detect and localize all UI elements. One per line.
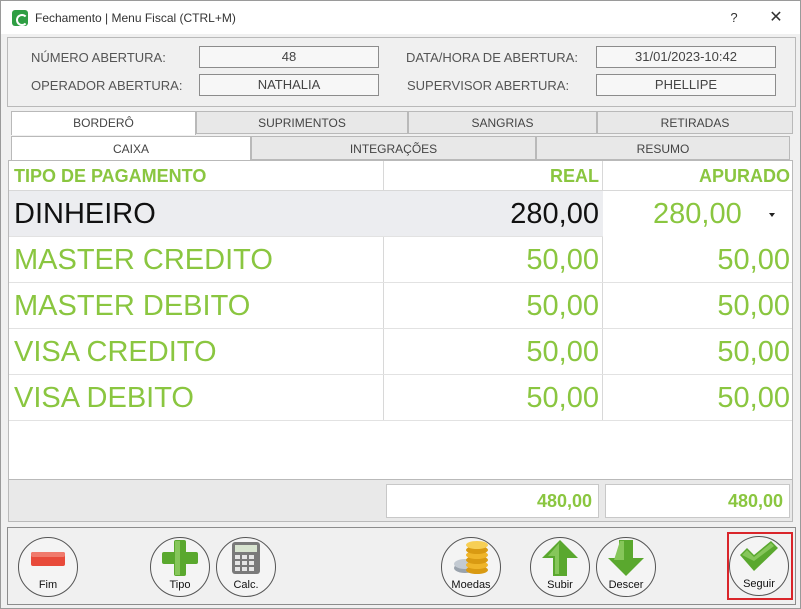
supervisor-abertura-field: PHELLIPE	[596, 74, 776, 96]
app-logo-icon	[12, 10, 28, 26]
grid-header: TIPO DE PAGAMENTO REAL APURADO	[9, 161, 792, 191]
arrow-down-icon	[608, 540, 644, 576]
tab-suprimentos[interactable]: SUPRIMENTOS	[196, 111, 408, 134]
fim-button[interactable]: Fim	[18, 537, 78, 597]
column-header-real[interactable]: REAL	[389, 161, 599, 191]
title-bar: Fechamento | Menu Fiscal (CTRL+M) ? ✕	[1, 1, 800, 34]
real-cell: 50,00	[526, 244, 599, 276]
close-button[interactable]: ✕	[765, 8, 787, 28]
tipo-button[interactable]: Tipo	[150, 537, 210, 597]
column-header-apurado[interactable]: APURADO	[609, 161, 790, 191]
tipo-cell: MASTER DEBITO	[14, 290, 251, 322]
payment-grid: TIPO DE PAGAMENTO REAL APURADO DINHEIRO …	[8, 160, 793, 480]
totals-footer: 480,00 480,00	[8, 480, 793, 522]
table-row[interactable]: MASTER CREDITO 50,00 50,00	[9, 237, 792, 283]
operador-abertura-field: NATHALIA	[199, 74, 379, 96]
help-button[interactable]: ?	[723, 8, 745, 28]
moedas-button[interactable]: Moedas	[441, 537, 501, 597]
window-title: Fechamento | Menu Fiscal (CTRL+M)	[35, 11, 236, 25]
calculator-icon	[232, 542, 260, 574]
subir-label: Subir	[547, 579, 573, 591]
table-row[interactable]: MASTER DEBITO 50,00 50,00	[9, 283, 792, 329]
fim-label: Fim	[38, 579, 58, 591]
total-real: 480,00	[386, 484, 599, 518]
tab-sangrias[interactable]: SANGRIAS	[408, 111, 597, 134]
numero-abertura-label: NÚMERO ABERTURA:	[31, 50, 166, 65]
column-header-tipo[interactable]: TIPO DE PAGAMENTO	[14, 161, 206, 191]
total-apurado: 480,00	[605, 484, 790, 518]
coins-icon	[454, 541, 488, 574]
data-hora-abertura-field: 31/01/2023-10:42	[596, 46, 776, 68]
apurado-cell: 50,00	[717, 382, 790, 414]
apurado-value: 280,00	[653, 198, 742, 230]
tipo-cell: VISA DEBITO	[14, 382, 194, 414]
tipo-label: Tipo	[169, 579, 191, 591]
table-row[interactable]: VISA CREDITO 50,00 50,00	[9, 329, 792, 375]
subir-button[interactable]: Subir	[530, 537, 590, 597]
real-cell: 50,00	[526, 382, 599, 414]
tab-bordero[interactable]: BORDERÔ	[11, 111, 196, 135]
apurado-cell: 50,00	[717, 290, 790, 322]
sub-tabs: CAIXA INTEGRAÇÕES RESUMO	[11, 136, 793, 161]
tab-retiradas[interactable]: RETIRADAS	[597, 111, 793, 134]
tab-integracoes[interactable]: INTEGRAÇÕES	[251, 136, 536, 160]
moedas-label: Moedas	[451, 579, 491, 591]
descer-label: Descer	[608, 579, 644, 591]
main-tabs: BORDERÔ SUPRIMENTOS SANGRIAS RETIRADAS	[11, 111, 793, 135]
minus-icon	[31, 552, 65, 566]
tipo-cell: DINHEIRO	[14, 198, 156, 230]
arrow-up-icon	[542, 540, 578, 576]
tipo-cell: MASTER CREDITO	[14, 244, 273, 276]
operador-abertura-label: OPERADOR ABERTURA:	[31, 78, 183, 93]
seguir-label: Seguir	[743, 578, 775, 590]
real-cell: 50,00	[526, 290, 599, 322]
data-hora-abertura-label: DATA/HORA DE ABERTURA:	[406, 50, 578, 65]
tab-caixa[interactable]: CAIXA	[11, 136, 251, 161]
calc-label: Calc.	[233, 579, 259, 591]
chevron-down-icon[interactable]	[769, 213, 775, 217]
table-row[interactable]: DINHEIRO 280,00 280,00	[9, 191, 792, 237]
supervisor-abertura-label: SUPERVISOR ABERTURA:	[407, 78, 570, 93]
tab-resumo[interactable]: RESUMO	[536, 136, 790, 160]
real-cell: 50,00	[526, 336, 599, 368]
real-cell: 280,00	[510, 198, 599, 230]
calc-button[interactable]: Calc.	[216, 537, 276, 597]
plus-icon	[162, 540, 198, 576]
tipo-cell: VISA CREDITO	[14, 336, 217, 368]
checkmark-icon	[740, 541, 778, 571]
apurado-cell: 50,00	[717, 336, 790, 368]
table-row[interactable]: VISA DEBITO 50,00 50,00	[9, 375, 792, 421]
descer-button[interactable]: Descer	[596, 537, 656, 597]
apurado-cell: 50,00	[717, 244, 790, 276]
abertura-info-panel: NÚMERO ABERTURA: 48 DATA/HORA DE ABERTUR…	[7, 37, 796, 107]
fechamento-window: Fechamento | Menu Fiscal (CTRL+M) ? ✕ NÚ…	[0, 0, 801, 609]
numero-abertura-field: 48	[199, 46, 379, 68]
action-toolbar: Fim Tipo Calc. Moedas Subir Descer Segui…	[7, 527, 796, 605]
seguir-button[interactable]: Seguir	[729, 536, 789, 596]
apurado-input[interactable]: 280,00	[603, 191, 792, 237]
